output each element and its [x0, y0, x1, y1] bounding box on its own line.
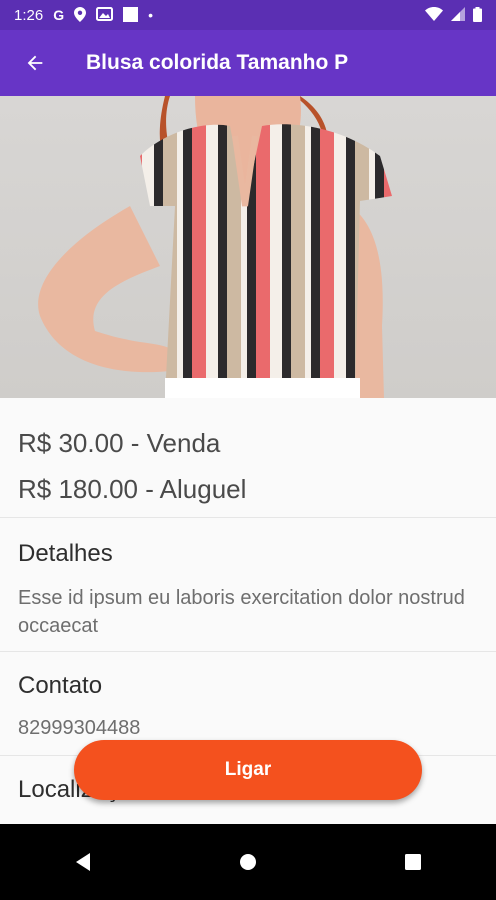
square-recents-icon [405, 854, 422, 870]
arrow-back-icon [27, 55, 43, 71]
nav-recents-button[interactable] [383, 832, 443, 892]
google-icon: G [53, 7, 65, 23]
details-heading: Detalhes [18, 540, 113, 567]
divider [0, 651, 496, 652]
sale-price: R$ 30.00 - Venda [18, 428, 221, 458]
status-bar: 1:26 G • [0, 0, 496, 30]
divider [0, 517, 496, 518]
app-bar: Blusa colorida Tamanho P [0, 30, 496, 96]
nav-back-button[interactable] [53, 832, 113, 892]
call-button[interactable]: Ligar [74, 740, 422, 800]
back-button[interactable] [0, 30, 70, 96]
triangle-back-icon [75, 853, 90, 871]
square-notification-icon [123, 6, 139, 24]
wifi-icon [425, 7, 443, 23]
contact-phone: 82999304488 [18, 717, 141, 739]
page-title: Blusa colorida Tamanho P [86, 51, 349, 74]
details-text: Esse id ipsum eu laboris exercitation do… [18, 587, 465, 637]
navigation-bar [0, 824, 496, 900]
contact-heading: Contato [18, 672, 103, 699]
nav-home-button[interactable] [218, 832, 278, 892]
product-image [0, 96, 496, 398]
location-pin-icon [74, 6, 87, 24]
photo-notification-icon [96, 7, 114, 23]
signal-icon [451, 7, 465, 23]
circle-home-icon [239, 854, 256, 870]
battery-icon [473, 6, 482, 24]
rent-price: R$ 180.00 - Aluguel [18, 474, 247, 504]
more-notifications-dot: • [148, 7, 153, 23]
status-time: 1:26 [14, 6, 44, 24]
